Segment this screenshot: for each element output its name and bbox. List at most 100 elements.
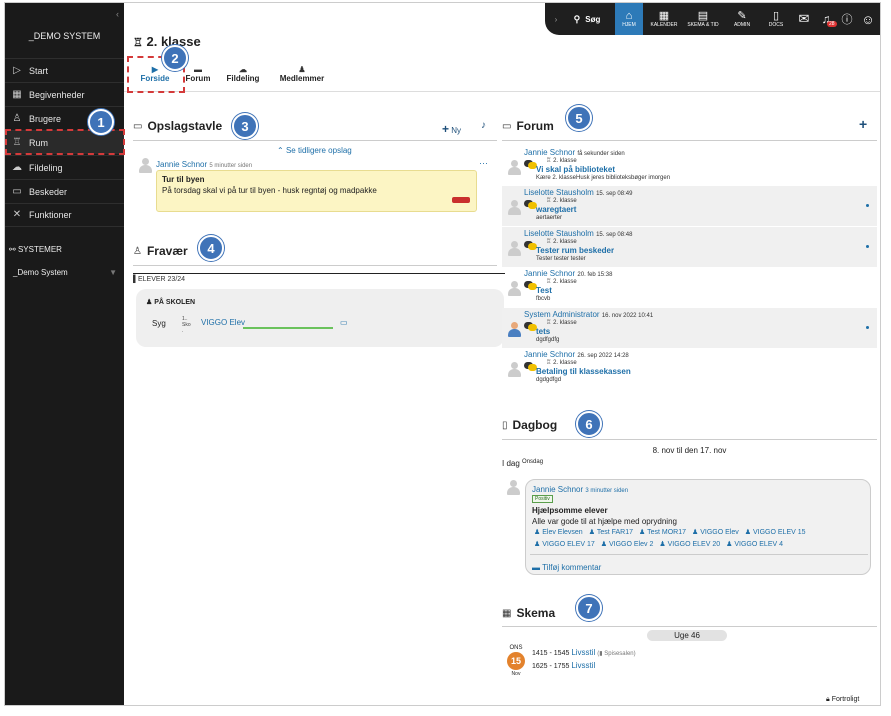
entry-author[interactable]: Jannie Schnor	[532, 485, 583, 494]
section-title: Fravær	[146, 244, 188, 258]
entry-body: Alle var gode til at hjælpe med oprydnin…	[532, 517, 677, 526]
avatar	[507, 160, 521, 176]
student-chip[interactable]: ♟ VIGGO ELEV 20	[659, 540, 720, 550]
post-author[interactable]: Jannie Schnor	[156, 160, 207, 169]
avatar	[507, 362, 521, 378]
post-author[interactable]: Jannie Schnor	[524, 269, 575, 278]
group-heading: ♟ PÅ SKOLEN	[146, 298, 195, 306]
nav-label: ADMIN	[733, 22, 751, 28]
chevron-up-icon: ⌃	[277, 146, 284, 155]
group-icon: ♟	[146, 299, 153, 306]
post-title[interactable]: Tester rum beskeder	[536, 246, 614, 255]
collapse-sidebar-icon[interactable]: ‹	[116, 9, 119, 19]
student-chip[interactable]: ♟ VIGGO ELEV 4	[726, 540, 783, 550]
forum-post-row[interactable]: Jannie Schnor 20. feb 15:38 ♖ 2. klasse Te…	[502, 267, 877, 307]
nav-admin[interactable]: ✎ ADMIN	[727, 3, 757, 35]
sidebar-item-label: Start	[29, 65, 49, 76]
forum-post-row[interactable]: Liselotte Stausholm 15. sep 08:49 ♖ 2. kl…	[502, 186, 877, 226]
post-author[interactable]: Liselotte Stausholm	[524, 188, 594, 197]
person-hand-icon: ♙	[133, 245, 142, 257]
post-title[interactable]: Test	[536, 286, 552, 295]
person-icon: ♟	[534, 541, 541, 548]
sidebar-item-fildeling[interactable]: ☁ Fildeling	[5, 155, 124, 179]
lesson-name[interactable]: Livsstil	[571, 648, 595, 657]
class-name: 2. klasse	[553, 158, 577, 164]
tab-medlemmer[interactable]: ♟ Medlemmer	[277, 65, 327, 83]
sidebar-item-beskeder[interactable]: ▭ Beskeder	[5, 179, 124, 203]
students-count: ELEVER 23/24	[137, 276, 186, 283]
top-bar: › ⚲ Søg ⌂ HJEM ▦ KALENDER ▤ SKEMA & TID ✎ ADM…	[545, 3, 880, 35]
new-post-button[interactable]: + Ny	[442, 122, 461, 136]
lock-icon: 🔒︎	[826, 696, 830, 703]
post-author[interactable]: Jannie Schnor	[524, 148, 575, 157]
add-forum-button[interactable]: +	[859, 116, 867, 132]
student-chip[interactable]: ♟ VIGGO ELEV 15	[745, 528, 806, 538]
callout-badge: 5	[566, 105, 592, 131]
post-title[interactable]: waregtaert	[536, 205, 576, 214]
lesson-name[interactable]: Livsstil	[571, 661, 595, 670]
nav-kalender[interactable]: ▦ KALENDER	[647, 3, 681, 35]
student-chip[interactable]: ♟ VIGGO Elev 2	[601, 540, 654, 550]
tab-forum[interactable]: ▬ Forum	[183, 65, 213, 83]
forum-post-row[interactable]: Liselotte Stausholm 15. sep 08:48 ♖ 2. kl…	[502, 227, 877, 267]
post-author[interactable]: System Administrator	[524, 310, 600, 319]
nav-hjem[interactable]: ⌂ HJEM	[615, 3, 643, 35]
help-icon[interactable]: ⓘ	[839, 3, 855, 35]
post-title[interactable]: Betaling til klassekassen	[536, 367, 631, 376]
post-time: 16. nov 2022 10:41	[601, 313, 654, 319]
forum-post-row[interactable]: System Administrator 16. nov 2022 10:41 ♖…	[502, 308, 877, 348]
forum-post-row[interactable]: Jannie Schnor få sekunder siden ♖ 2. klas…	[502, 146, 877, 186]
nav-skema-tid[interactable]: ▤ SKEMA & TID	[683, 3, 723, 35]
person-icon: ♟	[588, 529, 595, 536]
post-time: 20. feb 15:38	[577, 272, 613, 278]
student-chip[interactable]: ♟ VIGGO Elev	[692, 528, 739, 538]
bell-icon[interactable]: ♫ 28	[817, 3, 837, 35]
post-author[interactable]: Liselotte Stausholm	[524, 229, 594, 238]
sidebar-item-begivenheder[interactable]: ▦ Begivenheder	[5, 82, 124, 106]
nav-docs[interactable]: ▯ DOCS	[763, 3, 789, 35]
bell-icon[interactable]: ♪	[481, 120, 486, 131]
student-link[interactable]: VIGGO Elev	[201, 318, 245, 327]
room-name: Spisesalen	[604, 651, 634, 657]
post-title[interactable]: Vi skal på biblioteket	[536, 165, 615, 174]
sidebar-item-start[interactable]: ▷ Start	[5, 58, 124, 82]
student-name: VIGGO ELEV 15	[753, 529, 806, 536]
comment-icon[interactable]: ▭	[340, 318, 348, 327]
tab-fildeling[interactable]: ☁ Fildeling	[225, 65, 261, 83]
sidebar-item-label: Begivenheder	[29, 89, 85, 100]
student-chip[interactable]: ♟ Elev Elevsen	[534, 528, 583, 538]
class-name: 2. klasse	[553, 360, 577, 366]
person-icon: ♟	[692, 529, 699, 536]
post-snippet: Tester tester tester	[536, 256, 586, 262]
date-range: 8. nov til den 17. nov	[652, 446, 727, 455]
system-selector[interactable]: _Demo System ▼	[13, 268, 117, 277]
post-snippet: fbcvb	[536, 296, 551, 302]
callout-badge: 7	[576, 595, 602, 621]
search-button[interactable]: ⚲ Søg	[565, 3, 609, 35]
student-name: VIGGO ELEV 17	[542, 541, 595, 548]
room-icon: ♖	[546, 279, 552, 285]
student-chip[interactable]: ♟ VIGGO ELEV 17	[534, 540, 595, 550]
lesson-row[interactable]: 1625 - 1755 Livsstil	[532, 661, 595, 670]
mail-icon[interactable]: ✉	[795, 3, 813, 35]
post-more-button[interactable]: ···	[479, 158, 488, 168]
post-author[interactable]: Jannie Schnor	[524, 350, 575, 359]
today-row: I dag Onsdag	[502, 459, 543, 468]
search-label: Søg	[585, 14, 601, 24]
forum-post-row[interactable]: Jannie Schnor 26. sep 2022 14:28 ♖ 2. kla…	[502, 348, 877, 388]
profile-icon[interactable]: ☺	[859, 3, 877, 35]
student-chip[interactable]: ♟ Test FAR17	[589, 528, 633, 538]
skema-title: ▦ Skema	[502, 606, 555, 620]
divider	[502, 140, 877, 141]
comment-icon: ▬	[532, 563, 540, 572]
expand-icon[interactable]: ›	[551, 3, 561, 35]
post-time: 15. sep 08:49	[596, 191, 633, 197]
plus-icon: +	[442, 122, 450, 136]
post-title[interactable]: tets	[536, 327, 550, 336]
add-comment-link[interactable]: ▬ Tilføj kommentar	[532, 563, 601, 572]
lesson-row[interactable]: 1415 - 1545 Livsstil (▮ Spisesalen)	[532, 648, 636, 657]
student-chip[interactable]: ♟ Test MOR17	[639, 528, 686, 538]
earlier-posts-link[interactable]: ⌃ Se tidligere opslag	[277, 146, 352, 155]
sidebar-item-funktioner[interactable]: ✕ Funktioner	[5, 203, 124, 227]
post-card: Tur til byen På torsdag skal vi på tur t…	[156, 170, 477, 212]
